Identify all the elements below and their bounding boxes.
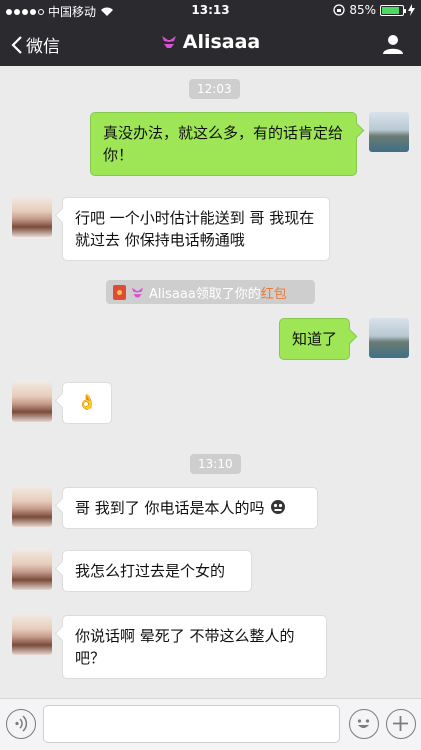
contact-avatar[interactable] bbox=[12, 382, 52, 422]
smiley-icon bbox=[357, 719, 370, 728]
orientation-lock-icon bbox=[333, 4, 345, 16]
contact-avatar[interactable] bbox=[12, 197, 52, 237]
battery-icon bbox=[380, 4, 406, 16]
chat-title-text: Alisaaa bbox=[182, 31, 261, 53]
battery-fill bbox=[382, 6, 399, 14]
timestamp: 13:10 bbox=[190, 454, 241, 474]
grimace-emoji-icon bbox=[271, 500, 286, 514]
message-incoming[interactable]: 哥 我到了 你电话是本人的吗 bbox=[62, 487, 318, 529]
voice-icon bbox=[15, 715, 28, 732]
system-notice-text: Alisaaa领取了你的 bbox=[149, 286, 261, 302]
emoji-button[interactable] bbox=[349, 709, 379, 739]
profile-icon[interactable] bbox=[381, 32, 405, 56]
plus-icon bbox=[393, 716, 408, 731]
system-notice: Alisaaa领取了你的 红包 bbox=[106, 280, 315, 304]
message-sticker[interactable]: 👌 bbox=[62, 382, 112, 424]
my-avatar[interactable] bbox=[369, 318, 409, 358]
battery-percent: 85% bbox=[349, 3, 376, 17]
input-bar bbox=[0, 698, 421, 750]
message-outgoing[interactable]: 真没办法，就这么多，有的话肯定给你！ bbox=[90, 112, 357, 176]
message-incoming[interactable]: 你说话啊 晕死了 不带这么整人的吧？ bbox=[62, 615, 327, 679]
more-button[interactable] bbox=[386, 709, 416, 739]
contact-avatar[interactable] bbox=[12, 487, 52, 527]
nav-bar: 微信 Alisaaa bbox=[0, 22, 421, 66]
contact-avatar[interactable] bbox=[12, 615, 52, 655]
bikini-icon bbox=[161, 36, 176, 48]
chat-area[interactable]: 12:03 真没办法，就这么多，有的话肯定给你！ 行吧 一个小时估计能送到 哥 … bbox=[0, 66, 421, 698]
voice-button[interactable] bbox=[6, 709, 36, 739]
my-avatar[interactable] bbox=[369, 112, 409, 152]
message-incoming[interactable]: 行吧 一个小时估计能送到 哥 我现在就过去 你保持电话畅通哦 bbox=[62, 197, 330, 261]
chat-title: Alisaaa bbox=[0, 31, 421, 53]
red-packet-link[interactable]: 红包 bbox=[261, 283, 287, 302]
message-outgoing[interactable]: 知道了 bbox=[279, 318, 351, 360]
charging-icon bbox=[408, 4, 415, 16]
message-input[interactable] bbox=[43, 705, 340, 743]
contact-avatar[interactable] bbox=[12, 550, 52, 590]
timestamp: 12:03 bbox=[189, 79, 240, 99]
status-bar: 中国移动 13:13 85% bbox=[0, 0, 421, 22]
status-right: 85% bbox=[333, 3, 415, 17]
message-text: 哥 我到了 你电话是本人的吗 bbox=[75, 499, 265, 517]
red-packet-icon bbox=[113, 284, 126, 300]
bikini-icon bbox=[131, 287, 144, 297]
message-incoming[interactable]: 我怎么打过去是个女的 bbox=[62, 550, 252, 592]
